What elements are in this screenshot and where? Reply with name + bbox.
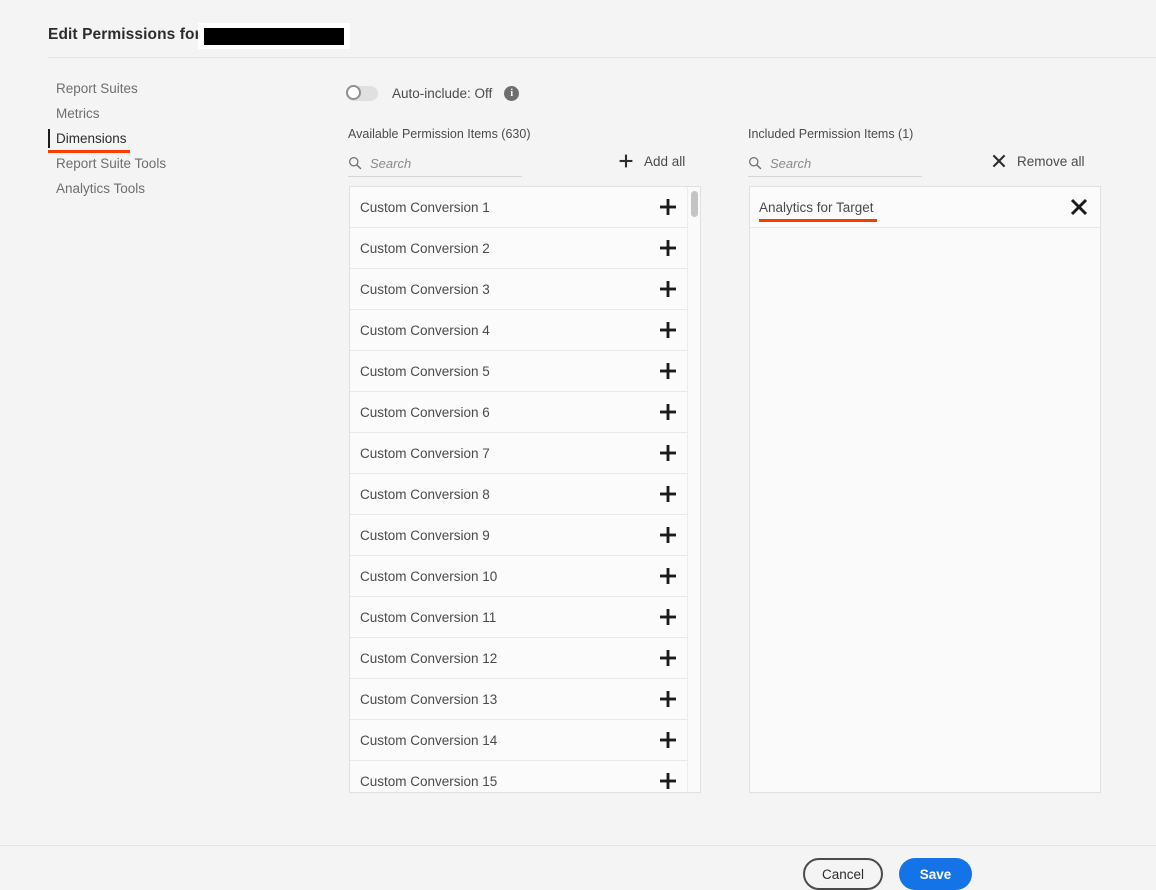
dialog-header: Edit Permissions for [0,0,1156,58]
list-item-label: Custom Conversion 11 [360,609,497,625]
sidebar-item-report-suites[interactable]: Report Suites [0,76,310,101]
list-item-label: Custom Conversion 9 [360,527,490,543]
add-item-button[interactable] [658,730,678,750]
sidebar-item-label: Analytics Tools [56,181,146,196]
list-item[interactable]: Custom Conversion 7 [350,433,688,474]
remove-item-button[interactable] [1069,197,1089,217]
add-all-label: Add all [644,153,686,169]
list-scrollbar[interactable] [687,187,700,792]
list-item[interactable]: Custom Conversion 3 [350,269,688,310]
add-item-button[interactable] [658,484,678,504]
list-item[interactable]: Custom Conversion 1 [350,187,688,228]
sidebar: Report Suites Metrics Dimensions Report … [0,76,310,201]
list-item[interactable]: Custom Conversion 14 [350,720,688,761]
add-item-button[interactable] [658,566,678,586]
add-item-button[interactable] [658,361,678,381]
list-item-label: Custom Conversion 5 [360,363,490,379]
included-list-item[interactable]: Analytics for Target [750,187,1100,228]
available-items-inner: Custom Conversion 1 Custom Conversion 2 … [350,187,688,792]
scrollbar-thumb[interactable] [691,191,698,217]
search-icon [749,157,762,170]
sidebar-item-dimensions[interactable]: Dimensions [0,126,310,153]
included-search-input[interactable] [770,155,910,171]
auto-include-toggle[interactable] [346,84,378,101]
info-icon[interactable]: i [504,85,520,101]
redacted-entity-name [198,23,350,49]
remove-all-button[interactable]: Remove all [991,153,1085,169]
list-item-label: Custom Conversion 1 [360,199,490,215]
list-item[interactable]: Custom Conversion 11 [350,597,688,638]
included-items-heading: Included Permission Items (1) [748,127,914,141]
auto-include-row: Auto-include: Off i [346,83,520,103]
list-item[interactable]: Custom Conversion 12 [350,638,688,679]
auto-include-label: Auto-include: Off [392,85,493,101]
sidebar-item-analytics-tools[interactable]: Analytics Tools [0,176,310,201]
add-item-button[interactable] [658,525,678,545]
add-item-button[interactable] [658,771,678,791]
header-divider [48,57,1156,58]
toggle-knob [346,84,361,100]
remove-all-label: Remove all [1017,153,1085,169]
list-item-label: Custom Conversion 3 [360,281,490,297]
add-item-button[interactable] [658,238,678,258]
list-item[interactable]: Custom Conversion 4 [350,310,688,351]
add-item-button[interactable] [658,279,678,299]
plus-icon [619,154,633,168]
list-item[interactable]: Custom Conversion 2 [350,228,688,269]
sidebar-item-report-suite-tools[interactable]: Report Suite Tools [0,151,310,176]
list-item-label: Custom Conversion 7 [360,445,490,461]
included-list-item-label: Analytics for Target [759,200,877,222]
save-button[interactable]: Save [899,858,972,890]
add-all-button[interactable]: Add all [618,153,685,169]
redaction-bar [204,27,344,45]
list-item-label: Custom Conversion 4 [360,322,490,338]
list-item[interactable]: Custom Conversion 9 [350,515,688,556]
add-item-button[interactable] [658,197,678,217]
included-items-list[interactable]: Analytics for Target [749,186,1101,793]
list-item[interactable]: Custom Conversion 8 [350,474,688,515]
available-items-heading: Available Permission Items (630) [348,127,531,141]
list-item[interactable]: Custom Conversion 13 [350,679,688,720]
annotation-underline [759,218,877,222]
list-item-label: Custom Conversion 13 [360,691,498,707]
included-search-field[interactable] [748,150,922,177]
add-item-button[interactable] [658,320,678,340]
add-item-button[interactable] [658,443,678,463]
list-item-label: Custom Conversion 12 [360,650,498,666]
list-item-label: Custom Conversion 2 [360,240,490,256]
list-item-label: Custom Conversion 8 [360,486,490,502]
add-item-button[interactable] [658,402,678,422]
available-search-input[interactable] [370,155,510,171]
sidebar-item-label: Report Suite Tools [56,156,167,171]
list-item-label: Custom Conversion 6 [360,404,490,420]
sidebar-item-label: Metrics [56,106,100,121]
footer-divider [0,845,1156,846]
add-item-button[interactable] [658,648,678,668]
sidebar-item-label: Report Suites [56,81,138,96]
sidebar-item-label: Dimensions [56,131,127,146]
list-item-label: Custom Conversion 10 [360,568,498,584]
list-item[interactable]: Custom Conversion 6 [350,392,688,433]
list-item-label: Custom Conversion 14 [360,732,498,748]
page-title: Edit Permissions for [48,26,201,43]
close-icon [992,154,1006,168]
list-item[interactable]: Custom Conversion 5 [350,351,688,392]
add-item-button[interactable] [658,689,678,709]
add-item-button[interactable] [658,607,678,627]
list-item[interactable]: Custom Conversion 15 [350,761,688,792]
selected-indicator-bar [48,129,50,148]
sidebar-item-metrics[interactable]: Metrics [0,101,310,126]
search-icon [349,157,362,170]
cancel-button[interactable]: Cancel [803,858,883,890]
available-search-field[interactable] [348,150,522,177]
available-items-list[interactable]: Custom Conversion 1 Custom Conversion 2 … [349,186,701,793]
list-item[interactable]: Custom Conversion 10 [350,556,688,597]
list-item-label: Custom Conversion 15 [360,773,498,789]
